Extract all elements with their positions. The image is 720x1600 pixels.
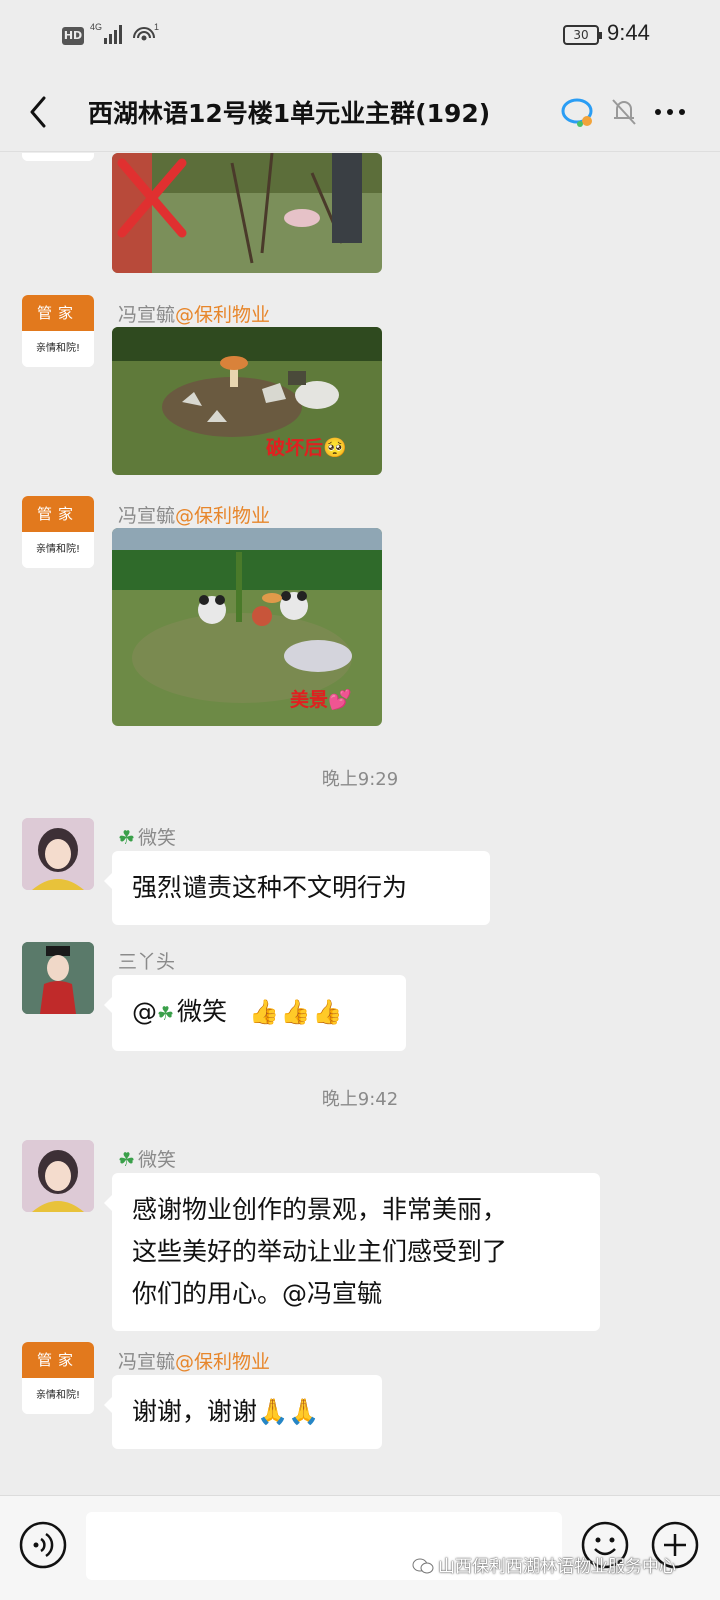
status-bar: HD 4G 1 30 9:44	[0, 0, 720, 70]
avatar[interactable]	[22, 942, 94, 1014]
mention-at: @	[132, 997, 157, 1026]
message-bubble[interactable]: 感谢物业创作的景观，非常美丽， 这些美好的举动让业主们感受到了 你们的用心。@冯…	[104, 1173, 600, 1331]
message-bubble[interactable]: @☘ 微笑 👍👍👍	[104, 975, 406, 1051]
mute-bell-icon	[612, 99, 636, 125]
photo-caption: 美景💕	[290, 689, 352, 711]
photo-caption: 破坏后🥺	[266, 437, 347, 459]
chat-header: 西湖林语12号楼1单元业主群(192)	[0, 72, 720, 152]
input-bar: 山西保利西湖林语物业服务中心	[0, 1495, 720, 1600]
sender-name-text: 冯宣毓	[118, 1351, 176, 1373]
sender-org: @保利物业	[175, 304, 271, 326]
thumbs-up-icon: 👍👍👍	[249, 998, 345, 1026]
voice-input-icon[interactable]	[18, 1520, 68, 1570]
status-time: 9:44	[607, 20, 650, 45]
avatar[interactable]: 管家 亲情和院!	[22, 496, 94, 568]
wechat-icon	[412, 1558, 434, 1574]
sender-name-text: 微笑	[138, 827, 177, 849]
clover-icon: ☘	[157, 1003, 175, 1025]
back-arrow-icon[interactable]	[24, 94, 54, 130]
message-text: 感谢物业创作的景观，非常美丽，	[132, 1195, 508, 1224]
sender-name: 冯宣毓@保利物业	[118, 501, 270, 528]
sender-name: ☘ 微笑	[118, 823, 176, 850]
message-text: 你们的用心。@冯宣毓	[132, 1279, 383, 1308]
avatar-label: 亲情和院!	[22, 532, 94, 568]
avatar[interactable]: 管家 亲情和院!	[22, 1342, 94, 1414]
signal-icon: 4G	[90, 22, 122, 44]
message-bubble[interactable]: 谢谢，谢谢🙏🙏	[104, 1375, 382, 1449]
avatar-label: 亲情和院!	[22, 153, 94, 161]
sender-name: 冯宣毓@保利物业	[118, 300, 270, 327]
hotspot-icon: 1	[133, 22, 159, 41]
message-text: 这些美好的举动让业主们感受到了	[132, 1237, 508, 1266]
sender-name: ☘ 微笑	[118, 1145, 176, 1172]
timestamp: 晚上9:42	[321, 1089, 399, 1110]
sender-name: 三丫头	[118, 951, 176, 973]
avatar[interactable]	[22, 1140, 94, 1212]
message-bubble[interactable]: 强烈谴责这种不文明行为	[104, 851, 490, 925]
sender-name-text: 冯宣毓	[118, 304, 176, 326]
message-text: 谢谢，谢谢🙏🙏	[132, 1397, 320, 1426]
sender-name: 冯宣毓@保利物业	[118, 1347, 270, 1374]
message-text: 强烈谴责这种不文明行为	[132, 873, 408, 902]
avatar[interactable]: 管家 亲情和院!	[22, 295, 94, 367]
sender-name-text: 微笑	[138, 1149, 177, 1171]
clover-icon: ☘	[118, 827, 136, 849]
signal-label: 4G	[90, 22, 102, 32]
more-options-icon[interactable]	[652, 98, 688, 126]
avatar[interactable]	[22, 818, 94, 890]
timestamp: 晚上9:29	[321, 769, 399, 790]
chat-message-list[interactable]: 管家 亲情和院! 管家 亲情和院! 冯宣毓@保利物业	[0, 153, 720, 1493]
chat-title: 西湖林语12号楼1单元业主群(192)	[88, 99, 491, 128]
battery-icon: 30	[563, 25, 602, 45]
avatar-label: 管家	[22, 295, 94, 331]
hd-badge: HD	[62, 27, 84, 45]
chat-photo[interactable]	[112, 153, 382, 273]
avatar-label: 亲情和院!	[22, 331, 94, 367]
avatar-label: 管家	[22, 1342, 94, 1378]
avatar-label: 亲情和院!	[22, 1378, 94, 1414]
avatar-label: 管家	[22, 496, 94, 532]
sender-org: @保利物业	[175, 505, 271, 527]
mention-name[interactable]: 微笑	[177, 997, 227, 1026]
avatar[interactable]: 管家 亲情和院!	[22, 153, 94, 161]
watermark-text: 山西保利西湖林语物业服务中心	[438, 1557, 676, 1577]
hotspot-count: 1	[154, 22, 159, 32]
watermark: 山西保利西湖林语物业服务中心	[412, 1552, 676, 1577]
group-chat-icon[interactable]	[560, 96, 596, 130]
clover-icon: ☘	[118, 1149, 136, 1171]
sender-name-text: 冯宣毓	[118, 505, 176, 527]
sender-org: @保利物业	[175, 1351, 271, 1373]
